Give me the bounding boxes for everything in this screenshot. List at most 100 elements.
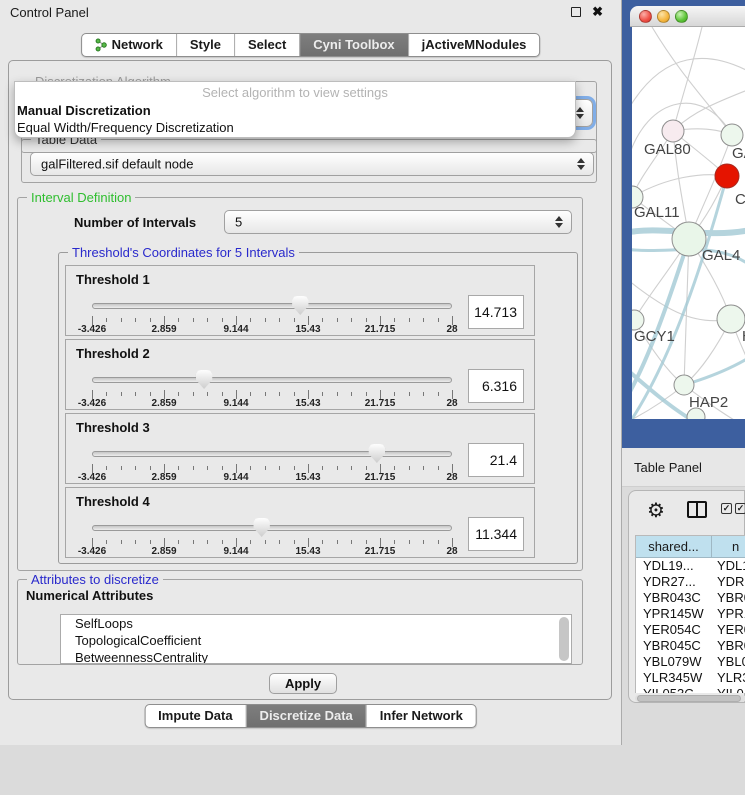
column-header[interactable]: n xyxy=(712,536,745,557)
table-row[interactable]: YDL19...YDL1 xyxy=(636,558,745,574)
tab-infer-network[interactable]: Infer Network xyxy=(366,705,476,727)
mac-close-icon[interactable] xyxy=(639,10,652,23)
table-cell: YPR145W xyxy=(636,606,712,622)
tick-label: 9.144 xyxy=(223,324,248,335)
table-row[interactable]: YBR045CYBR0 xyxy=(636,638,745,654)
slider-track[interactable] xyxy=(92,525,452,531)
slider-track[interactable] xyxy=(92,451,452,457)
table-cell: YLR345W xyxy=(636,670,712,686)
network-window-titlebar[interactable] xyxy=(630,6,745,27)
network-node-c[interactable] xyxy=(715,164,739,188)
slider-tick-labels: -3.4262.8599.14415.4321.71528 xyxy=(92,398,452,409)
threshold-value-field[interactable]: 14.713 xyxy=(468,295,524,329)
tick-label: -3.426 xyxy=(78,546,106,557)
tab-network[interactable]: Network xyxy=(82,34,176,56)
table-row[interactable]: YBL079WYBL0 xyxy=(636,654,745,670)
tick-mark xyxy=(207,392,208,396)
tick-mark xyxy=(337,466,338,470)
table-data-combo[interactable]: galFiltered.sif default node xyxy=(30,152,594,176)
popup-option[interactable]: Equal Width/Frequency Discretization xyxy=(15,119,575,136)
network-node-ga[interactable] xyxy=(721,124,743,146)
node-attribute-table[interactable]: shared... n YDL19...YDL1YDR27...YDR2YBR0… xyxy=(635,535,745,693)
close-icon[interactable]: ✖ xyxy=(592,4,603,20)
apply-button[interactable]: Apply xyxy=(269,673,337,694)
combo-stepper-icon[interactable] xyxy=(576,107,584,119)
list-scrollbar[interactable] xyxy=(559,617,569,661)
tick-mark xyxy=(279,318,280,322)
table-hscrollbar-thumb[interactable] xyxy=(637,695,741,702)
threshold-slider[interactable]: -3.4262.8599.14415.4321.71528 xyxy=(92,266,452,337)
table-row[interactable]: YIL053CYIL0 xyxy=(636,686,745,693)
num-intervals-label: Number of Intervals xyxy=(74,215,196,230)
mac-minimize-icon[interactable] xyxy=(657,10,670,23)
slider-track[interactable] xyxy=(92,303,452,309)
threshold-value-field[interactable]: 6.316 xyxy=(468,369,524,403)
table-row[interactable]: YDR27...YDR2 xyxy=(636,574,745,590)
mac-zoom-icon[interactable] xyxy=(675,10,688,23)
combo-value: galFiltered.sif default node xyxy=(41,157,193,172)
column-header[interactable]: shared... xyxy=(636,536,712,557)
tick-label: -3.426 xyxy=(78,472,106,483)
gear-icon[interactable]: ⚙ xyxy=(647,498,665,523)
tab-style[interactable]: Style xyxy=(176,34,234,56)
table-hscrollbar-track[interactable] xyxy=(635,695,745,702)
tick-label: 15.43 xyxy=(295,398,320,409)
checkbox-icon[interactable]: ✓ xyxy=(735,503,745,514)
tick-mark xyxy=(193,392,194,396)
network-nodes[interactable] xyxy=(632,120,745,419)
tab-discretize-data[interactable]: Discretize Data xyxy=(246,705,366,727)
threshold-value-field[interactable]: 21.4 xyxy=(468,443,524,477)
network-node-gcy1[interactable] xyxy=(632,310,644,330)
network-node-h[interactable] xyxy=(717,305,745,333)
checkbox-icon[interactable]: ✓ xyxy=(721,503,732,514)
tab-jactivemnodules[interactable]: jActiveMNodules xyxy=(408,34,540,56)
table-cell: YIL053C xyxy=(636,686,712,693)
tab-impute-data[interactable]: Impute Data xyxy=(145,705,245,727)
attribute-list-item[interactable]: SelfLoops xyxy=(61,615,571,632)
attributes-group: Attributes to discretize Numerical Attri… xyxy=(17,579,583,665)
table-row[interactable]: YLR345WYLR3 xyxy=(636,670,745,686)
table-window: ⚙ ✓ ✓ shared... n YDL19...YDL1YDR27...YD… xyxy=(628,490,745,703)
num-intervals-combo[interactable]: 5 xyxy=(224,210,572,234)
threshold-value-field[interactable]: 11.344 xyxy=(468,517,524,551)
combo-stepper-icon[interactable] xyxy=(555,216,563,228)
tick-mark xyxy=(250,392,251,396)
threshold-slider[interactable]: -3.4262.8599.14415.4321.71528 xyxy=(92,414,452,485)
network-node-hap2[interactable] xyxy=(674,375,694,395)
popup-option[interactable]: Manual Discretization xyxy=(15,102,575,119)
tab-select[interactable]: Select xyxy=(234,34,299,56)
tick-mark xyxy=(222,540,223,544)
tick-mark xyxy=(409,392,410,396)
slider-thumb-icon[interactable] xyxy=(253,518,270,537)
node-label: GAL4 xyxy=(702,247,740,264)
float-window-icon[interactable] xyxy=(571,7,581,17)
node-label: GAL80 xyxy=(644,141,691,158)
tick-label: 28 xyxy=(446,398,457,409)
slider-thumb-icon[interactable] xyxy=(196,370,213,389)
table-row[interactable]: YER054CYER0 xyxy=(636,622,745,638)
tick-mark xyxy=(337,540,338,544)
network-canvas[interactable]: GAL80GACGAL11GAL4GCY1HHAP2 xyxy=(632,27,745,419)
tab-label: Style xyxy=(190,37,221,52)
tick-mark xyxy=(438,466,439,470)
threshold-slider[interactable]: -3.4262.8599.14415.4321.71528 xyxy=(92,488,452,559)
threshold-slider[interactable]: -3.4262.8599.14415.4321.71528 xyxy=(92,340,452,411)
split-view-icon[interactable] xyxy=(687,501,707,518)
tick-mark xyxy=(366,318,367,322)
attribute-list-item[interactable]: TopologicalCoefficient xyxy=(61,632,571,649)
tick-mark xyxy=(207,466,208,470)
tab-cyni-toolbox[interactable]: Cyni Toolbox xyxy=(299,34,407,56)
interval-definition-group: Interval Definition Number of Intervals … xyxy=(17,197,583,571)
network-node-gal80[interactable] xyxy=(662,120,684,142)
tick-mark xyxy=(409,318,410,322)
panel-scrollbar-track[interactable] xyxy=(593,187,609,695)
slider-track[interactable] xyxy=(92,377,452,383)
combo-stepper-icon[interactable] xyxy=(577,158,585,170)
slider-thumb-icon[interactable] xyxy=(368,444,385,463)
slider-thumb-icon[interactable] xyxy=(292,296,309,315)
network-node-gal4[interactable] xyxy=(672,222,706,256)
table-row[interactable]: YBR043CYBR0 xyxy=(636,590,745,606)
table-row[interactable]: YPR145WYPR1 xyxy=(636,606,745,622)
attribute-list-item[interactable]: BetweennessCentrality xyxy=(61,649,571,664)
attributes-list[interactable]: SelfLoopsTopologicalCoefficientBetweenne… xyxy=(60,614,572,664)
